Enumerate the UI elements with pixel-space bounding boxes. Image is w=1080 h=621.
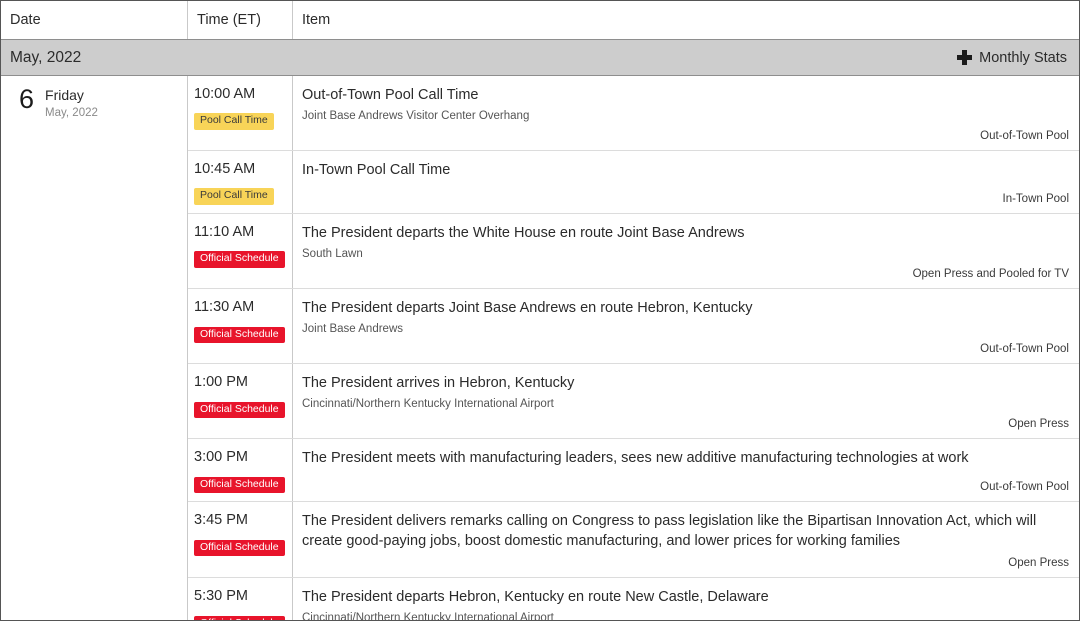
monthly-stats-button[interactable]: Monthly Stats (957, 50, 1067, 66)
event-title: The President departs the White House en… (302, 223, 1069, 243)
event-item-cell: The President departs Hebron, Kentucky e… (293, 578, 1079, 621)
event-row[interactable]: 11:30 AM Official Schedule The President d… (188, 289, 1079, 364)
event-item-cell: The President arrives in Hebron, Kentuck… (293, 364, 1079, 438)
event-press-status: Open Press (302, 412, 1069, 430)
event-time: 11:30 AM (194, 299, 292, 316)
event-time-cell: 10:45 AM Pool Call Time (188, 151, 293, 213)
event-press-status: Open Press and Pooled for TV (302, 262, 1069, 280)
status-badge: Official Schedule (194, 402, 285, 419)
status-badge: Pool Call Time (194, 113, 274, 130)
event-location: Joint Base Andrews (302, 321, 1069, 337)
schedule-table: Date Time (ET) Item May, 2022 Monthly St… (0, 0, 1080, 621)
status-badge: Official Schedule (194, 616, 285, 621)
status-badge: Official Schedule (194, 327, 285, 344)
event-time-cell: 11:30 AM Official Schedule (188, 289, 293, 363)
event-title: The President departs Hebron, Kentucky e… (302, 587, 1069, 607)
event-title: Out-of-Town Pool Call Time (302, 85, 1069, 105)
event-press-status: In-Town Pool (302, 187, 1069, 205)
status-badge: Official Schedule (194, 540, 285, 557)
event-time-cell: 5:30 PM Official Schedule (188, 578, 293, 621)
event-time: 5:30 PM (194, 588, 292, 605)
column-header-item: Item (293, 1, 1079, 39)
event-title: In-Town Pool Call Time (302, 160, 1069, 180)
day-section: 6 Friday May, 2022 10:00 AM Pool Call Tim… (1, 76, 1079, 621)
event-time-cell: 10:00 AM Pool Call Time (188, 76, 293, 150)
status-badge: Pool Call Time (194, 188, 274, 205)
event-item-cell: In-Town Pool Call Time In-Town Pool (293, 151, 1079, 213)
event-time-cell: 11:10 AM Official Schedule (188, 214, 293, 288)
event-row[interactable]: 5:30 PM Official Schedule The President de… (188, 578, 1079, 621)
event-time-cell: 3:45 PM Official Schedule (188, 502, 293, 577)
event-title: The President arrives in Hebron, Kentuck… (302, 373, 1069, 393)
day-month-year: May, 2022 (45, 105, 98, 121)
column-header-date: Date (1, 1, 188, 39)
event-location: Cincinnati/Northern Kentucky Internation… (302, 396, 1069, 412)
event-location: Joint Base Andrews Visitor Center Overha… (302, 108, 1069, 124)
event-time: 11:10 AM (194, 224, 292, 241)
column-header-row: Date Time (ET) Item (1, 1, 1079, 40)
event-title: The President delivers remarks calling o… (302, 511, 1069, 551)
event-time: 3:00 PM (194, 449, 292, 466)
event-press-status: Out-of-Town Pool (302, 124, 1069, 142)
event-location: South Lawn (302, 246, 1069, 262)
event-item-cell: Out-of-Town Pool Call Time Joint Base And… (293, 76, 1079, 150)
day-number: 6 (19, 86, 34, 113)
event-row[interactable]: 10:45 AM Pool Call Time In-Town Pool Call … (188, 151, 1079, 214)
status-badge: Official Schedule (194, 251, 285, 268)
event-item-cell: The President departs Joint Base Andrews… (293, 289, 1079, 363)
status-badge: Official Schedule (194, 477, 285, 494)
month-group-header: May, 2022 Monthly Stats (1, 40, 1079, 76)
event-title: The President departs Joint Base Andrews… (302, 298, 1069, 318)
event-press-status: Open Press (302, 551, 1069, 569)
date-cell: 6 Friday May, 2022 (1, 76, 188, 621)
day-weekday: Friday (45, 87, 98, 105)
event-time-cell: 1:00 PM Official Schedule (188, 364, 293, 438)
event-press-status: Out-of-Town Pool (302, 475, 1069, 493)
plus-icon (957, 50, 972, 65)
event-row[interactable]: 3:00 PM Official Schedule The President me… (188, 439, 1079, 502)
event-location: Cincinnati/Northern Kentucky Internation… (302, 610, 1069, 621)
event-item-cell: The President meets with manufacturing l… (293, 439, 1079, 501)
event-row[interactable]: 11:10 AM Official Schedule The President d… (188, 214, 1079, 289)
event-time: 10:00 AM (194, 86, 292, 103)
event-item-cell: The President departs the White House en… (293, 214, 1079, 288)
event-row[interactable]: 3:45 PM Official Schedule The President de… (188, 502, 1079, 578)
month-label: May, 2022 (10, 49, 81, 67)
event-item-cell: The President delivers remarks calling o… (293, 502, 1079, 577)
event-list: 10:00 AM Pool Call Time Out-of-Town Pool C… (188, 76, 1079, 621)
column-header-time: Time (ET) (188, 1, 293, 39)
event-press-status: Out-of-Town Pool (302, 337, 1069, 355)
event-row[interactable]: 1:00 PM Official Schedule The President ar… (188, 364, 1079, 439)
event-time: 1:00 PM (194, 374, 292, 391)
monthly-stats-label: Monthly Stats (979, 50, 1067, 66)
event-time: 10:45 AM (194, 161, 292, 178)
event-time: 3:45 PM (194, 512, 292, 529)
event-time-cell: 3:00 PM Official Schedule (188, 439, 293, 501)
event-title: The President meets with manufacturing l… (302, 448, 1069, 468)
event-row[interactable]: 10:00 AM Pool Call Time Out-of-Town Pool C… (188, 76, 1079, 151)
